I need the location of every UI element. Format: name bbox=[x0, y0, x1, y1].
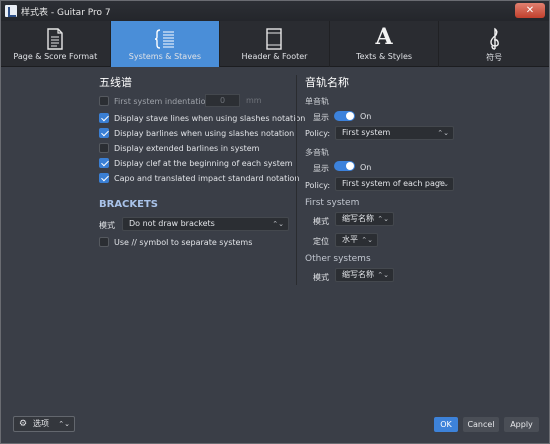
staves-section-title: 五线谱 bbox=[99, 76, 132, 89]
ok-button[interactable]: OK bbox=[434, 417, 458, 432]
brackets-mode-value: Do not draw brackets bbox=[129, 219, 215, 228]
stylesheet-dialog: 样式表 - Guitar Pro 7 ✕ Page & Score Format… bbox=[0, 0, 550, 444]
checkbox[interactable] bbox=[99, 143, 109, 153]
track-names-section-title: 音轨名称 bbox=[305, 76, 349, 89]
brackets-mode-label: 模式 bbox=[99, 221, 115, 230]
first-indent-option[interactable]: First system indentation bbox=[99, 95, 211, 107]
tab-label: 符号 bbox=[486, 53, 503, 62]
first-system-mode-value: 缩写名称 bbox=[342, 214, 374, 223]
brackets-section-title: BRACKETS bbox=[99, 199, 159, 210]
tab-texts-styles[interactable]: A Texts & Styles bbox=[330, 21, 440, 67]
checkbox[interactable] bbox=[99, 128, 109, 138]
indent-value-input[interactable]: 0 bbox=[205, 94, 240, 107]
chevron-updown-icon: ⌃⌄ bbox=[58, 420, 70, 428]
chevron-updown-icon: ⌃⌄ bbox=[437, 180, 449, 188]
single-policy-select[interactable]: First system ⌃⌄ bbox=[335, 126, 454, 140]
single-track-heading: 单音轨 bbox=[305, 97, 329, 106]
tab-label: Systems & Staves bbox=[128, 52, 202, 61]
option-label: Display extended barlines in system bbox=[114, 143, 260, 153]
text-a-icon: A bbox=[375, 24, 393, 50]
first-system-mode-label: 模式 bbox=[313, 217, 329, 226]
tab-symbols[interactable]: 符号 bbox=[439, 21, 549, 67]
single-show-toggle[interactable] bbox=[334, 111, 355, 121]
separator-label: Use // symbol to separate systems bbox=[114, 237, 253, 247]
checkbox[interactable] bbox=[99, 158, 109, 168]
first-system-position-label: 定位 bbox=[313, 237, 329, 246]
header-footer-icon bbox=[266, 28, 283, 50]
apply-button[interactable]: Apply bbox=[504, 417, 539, 432]
tab-label: Page & Score Format bbox=[13, 52, 98, 61]
tab-bar: Page & Score Format Systems & Staves Hea… bbox=[1, 21, 549, 67]
column-divider bbox=[296, 75, 297, 285]
title-bar[interactable]: 样式表 - Guitar Pro 7 ✕ bbox=[1, 1, 549, 21]
first-system-position-select[interactable]: 水平 ⌃⌄ bbox=[335, 233, 378, 247]
tab-header-footer[interactable]: Header & Footer bbox=[220, 21, 330, 67]
option-extended-barlines[interactable]: Display extended barlines in system bbox=[99, 142, 259, 154]
first-indent-checkbox[interactable] bbox=[99, 96, 109, 106]
first-indent-label: First system indentation bbox=[114, 96, 211, 106]
first-system-position-value: 水平 bbox=[342, 235, 358, 244]
option-label: Display stave lines when using slashes n… bbox=[114, 113, 306, 123]
options-menu-button[interactable]: ⚙ 选项 ⌃⌄ bbox=[13, 416, 75, 432]
chevron-updown-icon: ⌃⌄ bbox=[377, 215, 389, 223]
separator-option[interactable]: Use // symbol to separate systems bbox=[99, 236, 252, 248]
tab-systems-staves[interactable]: Systems & Staves bbox=[110, 21, 221, 67]
option-clef-each-system[interactable]: Display clef at the beginning of each sy… bbox=[99, 157, 293, 169]
guitar-pro-app-icon bbox=[5, 5, 17, 17]
tab-label: Header & Footer bbox=[241, 52, 308, 61]
first-system-mode-select[interactable]: 缩写名称 ⌃⌄ bbox=[335, 212, 394, 226]
single-toggle-state: On bbox=[360, 112, 372, 121]
option-label: Display barlines when using slashes nota… bbox=[114, 128, 295, 138]
other-systems-mode-select[interactable]: 缩写名称 ⌃⌄ bbox=[335, 268, 394, 282]
checkbox[interactable] bbox=[99, 173, 109, 183]
checkbox[interactable] bbox=[99, 113, 109, 123]
chevron-updown-icon: ⌃⌄ bbox=[437, 129, 449, 137]
option-label: Capo and translated impact standard nota… bbox=[114, 173, 300, 183]
systems-icon bbox=[154, 29, 174, 49]
multi-policy-label: Policy: bbox=[305, 181, 331, 190]
treble-clef-icon bbox=[490, 27, 500, 50]
multi-policy-value: First system of each page bbox=[342, 179, 445, 188]
option-barlines-slashes[interactable]: Display barlines when using slashes nota… bbox=[99, 127, 294, 139]
brackets-mode-select[interactable]: Do not draw brackets ⌃⌄ bbox=[122, 217, 289, 231]
multi-toggle-state: On bbox=[360, 163, 372, 172]
option-capo-translated[interactable]: Capo and translated impact standard nota… bbox=[99, 172, 299, 184]
tab-label: Texts & Styles bbox=[356, 52, 413, 61]
single-show-label: 显示 bbox=[313, 113, 329, 122]
window-title: 样式表 - Guitar Pro 7 bbox=[21, 8, 111, 18]
separator-checkbox[interactable] bbox=[99, 237, 109, 247]
multi-track-heading: 多音轨 bbox=[305, 148, 329, 157]
chevron-updown-icon: ⌃⌄ bbox=[377, 271, 389, 279]
cancel-button[interactable]: Cancel bbox=[463, 417, 499, 432]
option-label: Display clef at the beginning of each sy… bbox=[114, 158, 293, 168]
multi-show-label: 显示 bbox=[313, 164, 329, 173]
other-systems-mode-label: 模式 bbox=[313, 273, 329, 282]
indent-unit-label: mm bbox=[246, 96, 262, 105]
options-label: 选项 bbox=[33, 419, 49, 428]
chevron-updown-icon: ⌃⌄ bbox=[361, 236, 373, 244]
page-icon bbox=[47, 28, 63, 50]
other-systems-mode-value: 缩写名称 bbox=[342, 270, 374, 279]
single-policy-label: Policy: bbox=[305, 129, 331, 138]
other-systems-heading: Other systems bbox=[305, 254, 371, 264]
multi-show-toggle[interactable] bbox=[334, 161, 355, 171]
close-button[interactable]: ✕ bbox=[515, 3, 545, 18]
chevron-updown-icon: ⌃⌄ bbox=[272, 220, 284, 228]
multi-policy-select[interactable]: First system of each page ⌃⌄ bbox=[335, 177, 454, 191]
tab-page-score-format[interactable]: Page & Score Format bbox=[1, 21, 111, 67]
option-stave-lines-slashes[interactable]: Display stave lines when using slashes n… bbox=[99, 112, 305, 124]
first-system-heading: First system bbox=[305, 198, 360, 208]
single-policy-value: First system bbox=[342, 128, 391, 137]
gear-icon: ⚙ bbox=[19, 419, 28, 429]
